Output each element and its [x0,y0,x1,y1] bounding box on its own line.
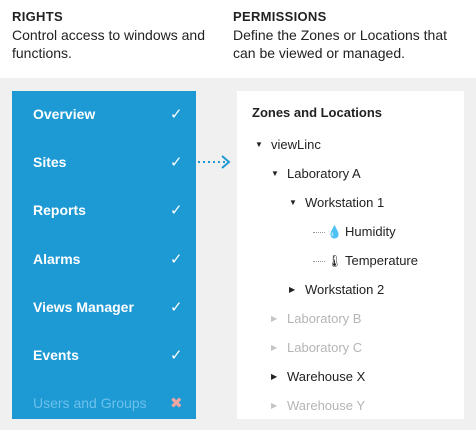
rights-description: Control access to windows and functions. [12,27,205,61]
rights-item-alarms[interactable]: Alarms ✓ [12,246,196,274]
rights-item-label: Views Manager [33,299,134,315]
rights-item-label: Sites [33,154,67,170]
checkmark-icon: ✓ [170,251,183,268]
rights-item-views-manager[interactable]: Views Manager ✓ [12,294,196,322]
tree-node-label: Warehouse Y [287,398,366,413]
caret-down-icon[interactable]: ▼ [289,193,299,213]
tree-node-laboratory-b[interactable]: ▶ Laboratory B [271,309,361,329]
tree-node-label: Humidity [345,224,396,239]
tree-node-warehouse-y[interactable]: ▶ Warehouse Y [271,396,365,416]
caret-right-icon[interactable]: ▶ [271,309,281,329]
permissions-header: PERMISSIONS Define the Zones or Location… [233,8,473,62]
caret-right-icon[interactable]: ▶ [271,396,281,416]
connector-arrow-icon [198,155,231,169]
caret-right-icon[interactable]: ▶ [289,280,299,300]
rights-item-users-and-groups[interactable]: Users and Groups ✖ [12,390,196,418]
caret-down-icon[interactable]: ▼ [271,164,281,184]
permissions-title: PERMISSIONS [233,9,327,24]
cross-icon: ✖ [170,395,183,412]
rights-item-label: Users and Groups [33,395,147,411]
tree-node-humidity[interactable]: 💧 Humidity [327,222,396,242]
tree-node-label: Warehouse X [287,369,366,384]
permissions-panel: Zones and Locations ▼ viewLinc ▼ Laborator… [237,91,464,419]
tree-node-label: Laboratory B [287,311,362,326]
tree-node-laboratory-c[interactable]: ▶ Laboratory C [271,338,362,358]
rights-item-label: Alarms [33,251,81,267]
rights-item-sites[interactable]: Sites ✓ [12,149,196,177]
checkmark-icon: ✓ [170,202,183,219]
checkmark-icon: ✓ [170,299,183,316]
tree-node-laboratory-a[interactable]: ▼ Laboratory A [271,164,361,184]
zones-locations-title: Zones and Locations [252,105,383,120]
rights-header: RIGHTS Control access to windows and fun… [12,8,212,62]
rights-item-events[interactable]: Events ✓ [12,342,196,370]
tree-node-label: Laboratory A [287,166,361,181]
permissions-description: Define the Zones or Locations that can b… [233,27,448,61]
rights-item-label: Events [33,347,79,363]
rights-item-overview[interactable]: Overview ✓ [12,101,196,129]
tree-node-temperature[interactable]: 🌡 Temperature [327,251,418,271]
rights-item-label: Reports [33,202,86,218]
tree-connector-line [313,232,325,233]
tree-node-label: viewLinc [271,137,321,152]
thermometer-icon: 🌡 [327,254,343,268]
checkmark-icon: ✓ [170,154,183,171]
caret-right-icon[interactable]: ▶ [271,367,281,387]
rights-panel: Overview ✓ Sites ✓ Reports ✓ Alarms ✓ Vi… [12,91,196,419]
droplet-icon: 💧 [327,225,342,239]
tree-node-workstation-2[interactable]: ▶ Workstation 2 [289,280,384,300]
tree-node-label: Temperature [345,253,418,268]
rights-item-label: Overview [33,106,96,122]
caret-down-icon[interactable]: ▼ [255,135,265,155]
tree-node-label: Workstation 1 [305,195,385,210]
rights-item-reports[interactable]: Reports ✓ [12,197,196,225]
rights-title: RIGHTS [12,9,63,24]
tree-node-label: Laboratory C [287,340,363,355]
checkmark-icon: ✓ [170,347,183,364]
tree-node-warehouse-x[interactable]: ▶ Warehouse X [271,367,365,387]
tree-node-workstation-1[interactable]: ▼ Workstation 1 [289,193,384,213]
caret-right-icon[interactable]: ▶ [271,338,281,358]
rights-permissions-figure: RIGHTS Control access to windows and fun… [0,0,476,430]
checkmark-icon: ✓ [170,106,183,123]
tree-connector-line [313,261,325,262]
tree-node-label: Workstation 2 [305,282,385,297]
tree-node-viewlinc[interactable]: ▼ viewLinc [255,135,321,155]
